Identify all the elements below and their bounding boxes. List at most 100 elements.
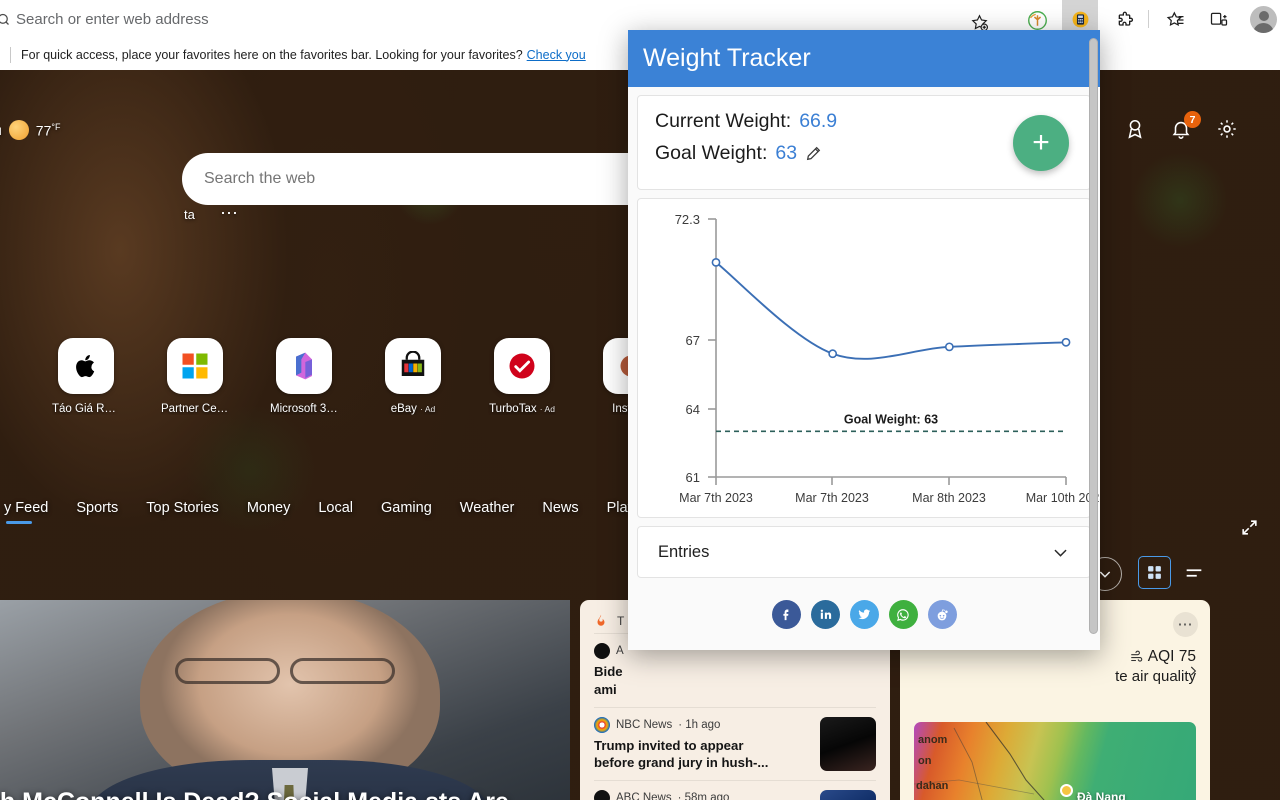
current-weight-row: Current Weight: 66.9 bbox=[655, 110, 1073, 133]
weights-summary-card: Current Weight: 66.9 Goal Weight: 63 + bbox=[637, 95, 1091, 190]
weather-widget[interactable]: u 77°F bbox=[0, 120, 60, 140]
ntp-header-icons: 7 bbox=[1124, 111, 1238, 140]
nbc-news-logo-icon bbox=[594, 716, 610, 733]
profile-avatar[interactable] bbox=[1250, 6, 1277, 33]
shortcut-ebay[interactable]: eBay · Ad bbox=[379, 338, 447, 415]
pencil-edit-icon[interactable] bbox=[805, 145, 822, 162]
shortcut-label: TurboTax · Ad bbox=[489, 403, 555, 415]
news-thumbnail bbox=[820, 790, 876, 800]
ebay-bag-icon bbox=[385, 338, 441, 394]
nav-tab-money[interactable]: Money bbox=[247, 500, 291, 521]
entries-label: Entries bbox=[658, 542, 710, 561]
notifications-badge: 7 bbox=[1184, 111, 1201, 128]
apple-logo-icon bbox=[58, 338, 114, 394]
address-bar-input[interactable] bbox=[16, 11, 1010, 28]
map-city-label: Đà Nang bbox=[1077, 790, 1126, 800]
chart-data-point[interactable] bbox=[828, 349, 838, 359]
svg-text:64: 64 bbox=[686, 402, 700, 417]
shortcut-turbotax[interactable]: TurboTax · Ad bbox=[488, 338, 556, 415]
shortcut-partner-center[interactable]: Partner Center bbox=[161, 338, 229, 415]
shortcut-label: Táo Giá Rẻ ... bbox=[52, 403, 120, 415]
list-item[interactable]: NBC News · 1h ago Trump invited to appea… bbox=[594, 706, 876, 781]
notifications-bell-icon[interactable]: 7 bbox=[1170, 111, 1201, 140]
sun-icon bbox=[8, 120, 29, 140]
nav-tab-local[interactable]: Local bbox=[318, 500, 353, 521]
whatsapp-share-icon[interactable] bbox=[888, 600, 918, 629]
svg-text:Mar 7th 2023: Mar 7th 2023 bbox=[679, 491, 753, 505]
news-time: · 58m ago bbox=[677, 792, 730, 800]
aqi-summary: AQI 75 te air quality bbox=[1115, 648, 1197, 685]
abc-news-logo-icon bbox=[594, 790, 610, 800]
abc-news-logo-icon bbox=[594, 643, 610, 659]
social-share-row bbox=[628, 586, 1100, 635]
trending-partial-label: T bbox=[617, 613, 625, 628]
map-town-label: anom bbox=[918, 734, 948, 746]
nav-tab-sports[interactable]: Sports bbox=[76, 500, 118, 521]
goal-weight-value: 63 bbox=[775, 142, 798, 164]
chart-data-point[interactable] bbox=[944, 342, 954, 352]
chart-data-point[interactable] bbox=[711, 257, 721, 267]
goal-weight-label: Goal Weight: bbox=[655, 142, 768, 164]
nav-tab-weather[interactable]: Weather bbox=[460, 500, 515, 521]
svg-text:Mar 7th 2023: Mar 7th 2023 bbox=[795, 491, 869, 505]
check-favorites-link[interactable]: Check you bbox=[527, 48, 586, 62]
twitter-share-icon[interactable] bbox=[849, 600, 879, 629]
toolbar-divider bbox=[1148, 10, 1149, 28]
shortcut-label: Partner Center bbox=[161, 403, 229, 415]
nav-tab-my-feed[interactable]: y Feed bbox=[4, 500, 48, 524]
svg-text:Goal Weight: 63: Goal Weight: 63 bbox=[844, 412, 938, 426]
weight-chart-card[interactable]: 72.3 67 64 61 Mar 7th 2023 Mar 7th 2023 … bbox=[637, 198, 1100, 518]
popup-header: Weight Tracker bbox=[628, 30, 1100, 87]
svg-text:72.3: 72.3 bbox=[675, 212, 700, 227]
air-quality-map[interactable]: anom on dahan haroen Đà Nang More AQ inf… bbox=[914, 722, 1196, 800]
collections-icon[interactable] bbox=[1159, 3, 1193, 37]
list-view-icon[interactable] bbox=[1183, 562, 1205, 584]
scrollbar-thumb[interactable] bbox=[1089, 38, 1098, 634]
chevron-right-icon[interactable] bbox=[1186, 664, 1200, 678]
hero-photo-detail bbox=[175, 658, 280, 684]
rewards-medal-icon[interactable] bbox=[1124, 118, 1146, 140]
shortcut-label: Microsoft 365 bbox=[270, 403, 338, 415]
coastline-overlay bbox=[914, 722, 1045, 800]
nav-tab-news[interactable]: News bbox=[542, 500, 578, 521]
popup-scrollbar[interactable] bbox=[1088, 38, 1099, 638]
nav-tab-top-stories[interactable]: Top Stories bbox=[146, 500, 219, 521]
microsoft-365-icon bbox=[276, 338, 332, 394]
extensions-puzzle-icon[interactable] bbox=[1108, 3, 1142, 37]
chevron-down-icon[interactable] bbox=[1051, 543, 1070, 562]
shortcut-microsoft-365[interactable]: Microsoft 365 bbox=[270, 338, 338, 415]
svg-text:Mar 8th 2023: Mar 8th 2023 bbox=[912, 491, 986, 505]
entries-accordion[interactable]: Entries bbox=[637, 526, 1091, 578]
map-town-label: dahan bbox=[916, 780, 949, 792]
settings-gear-icon[interactable] bbox=[1216, 118, 1238, 140]
list-item[interactable]: ABC News · 58m ago Multiple people shot,… bbox=[594, 780, 876, 800]
favorites-bar-message: For quick access, place your favorites h… bbox=[21, 47, 523, 62]
add-entry-button[interactable]: + bbox=[1013, 115, 1069, 171]
card-more-options-button[interactable]: ⋯ bbox=[1173, 612, 1198, 637]
news-hero-card[interactable] bbox=[0, 600, 570, 800]
reddit-share-icon[interactable] bbox=[927, 600, 957, 629]
shortcut-tao-gia-re[interactable]: Táo Giá Rẻ ... bbox=[52, 338, 120, 415]
shortcut-label: eBay · Ad bbox=[390, 403, 436, 415]
nav-tab-gaming[interactable]: Gaming bbox=[381, 500, 432, 521]
split-screen-icon[interactable] bbox=[1202, 3, 1236, 37]
chart-data-point[interactable] bbox=[1061, 337, 1071, 347]
ntp-overflow-dots[interactable]: ⋯ bbox=[220, 203, 240, 224]
expand-icon[interactable] bbox=[1240, 518, 1259, 537]
shortcuts-row: Táo Giá Rẻ ... Partner Center Microsoft … bbox=[52, 338, 665, 415]
linkedin-share-icon[interactable] bbox=[810, 600, 840, 629]
news-hero-headline[interactable]: ch McConnell Is Dead? Social Media sts A… bbox=[0, 785, 546, 800]
news-thumbnail bbox=[820, 716, 876, 771]
facebook-share-icon[interactable] bbox=[771, 600, 801, 629]
svg-text:61: 61 bbox=[686, 470, 700, 485]
current-weight-label: Current Weight: bbox=[655, 110, 792, 132]
aqi-value-row: AQI 75 bbox=[1115, 648, 1196, 666]
popup-body: Current Weight: 66.9 Goal Weight: 63 + 7… bbox=[628, 87, 1100, 650]
ntp-partial-label: ta bbox=[184, 207, 195, 222]
news-source-row: ABC News · 58m ago bbox=[594, 790, 810, 800]
news-source: A bbox=[616, 645, 624, 657]
weather-temperature: 77°F bbox=[35, 121, 61, 139]
news-source: ABC News bbox=[616, 792, 672, 800]
grid-view-icon[interactable] bbox=[1138, 556, 1171, 589]
map-town-label: on bbox=[918, 755, 932, 767]
